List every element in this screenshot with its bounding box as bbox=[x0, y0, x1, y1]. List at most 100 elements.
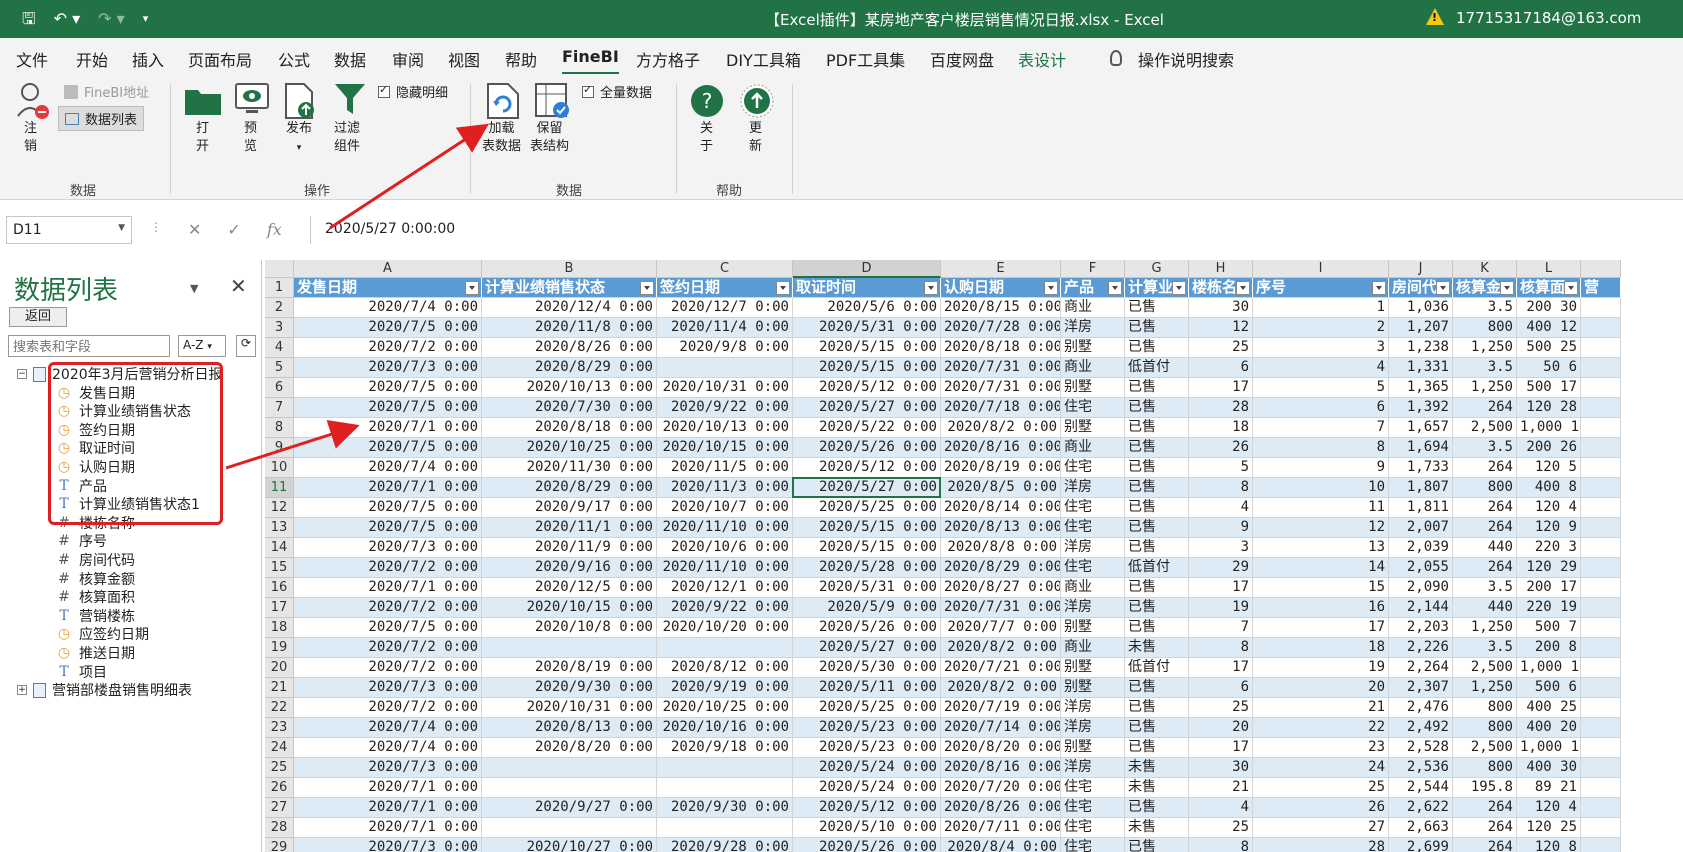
column-header[interactable]: B bbox=[482, 260, 657, 278]
table-cell[interactable]: 2020/7/3 0:00 bbox=[294, 838, 482, 852]
hide-detail-checkbox[interactable]: 隐藏明细 bbox=[378, 82, 448, 101]
table-cell[interactable] bbox=[1581, 678, 1621, 698]
table-cell[interactable]: 住宅 bbox=[1061, 458, 1125, 478]
table-cell[interactable]: 2020/5/31 0:00 bbox=[793, 318, 941, 338]
table-cell[interactable]: 200 26 bbox=[1517, 438, 1581, 458]
table-cell[interactable]: 2020/8/26 0:00 bbox=[482, 338, 657, 358]
table-cell[interactable]: 2020/5/23 0:00 bbox=[793, 718, 941, 738]
table-cell[interactable]: 1,207 bbox=[1389, 318, 1453, 338]
table-cell[interactable]: 120 5 bbox=[1517, 458, 1581, 478]
table-cell[interactable]: 已售 bbox=[1125, 498, 1189, 518]
table-cell[interactable] bbox=[1581, 798, 1621, 818]
table-cell[interactable]: 195.8 bbox=[1453, 778, 1517, 798]
table-cell[interactable] bbox=[1581, 418, 1621, 438]
table-cell[interactable]: 1,694 bbox=[1389, 438, 1453, 458]
table-header-cell[interactable]: 核算面 bbox=[1517, 278, 1581, 298]
publish-icon[interactable] bbox=[284, 82, 318, 124]
table-cell[interactable]: 洋房 bbox=[1061, 758, 1125, 778]
table-cell[interactable]: 2020/7/31 0:00 bbox=[941, 378, 1061, 398]
table-cell[interactable]: 2020/7/3 0:00 bbox=[294, 358, 482, 378]
table-cell[interactable]: 2020/7/2 0:00 bbox=[294, 658, 482, 678]
table-cell[interactable]: 2020/5/10 0:00 bbox=[793, 818, 941, 838]
table-cell[interactable]: 200 17 bbox=[1517, 578, 1581, 598]
table-cell[interactable]: 2020/5/26 0:00 bbox=[793, 438, 941, 458]
select-all-corner[interactable] bbox=[265, 260, 294, 278]
table-cell[interactable]: 3 bbox=[1253, 338, 1389, 358]
table-cell[interactable]: 264 bbox=[1453, 398, 1517, 418]
table-cell[interactable] bbox=[1581, 658, 1621, 678]
table-cell[interactable]: 已售 bbox=[1125, 518, 1189, 538]
tab-help[interactable]: 帮助 bbox=[505, 47, 537, 71]
filter-dropdown-icon[interactable] bbox=[776, 281, 790, 295]
table-cell[interactable]: 2020/9/27 0:00 bbox=[482, 798, 657, 818]
table-cell[interactable]: 2020/12/1 0:00 bbox=[657, 578, 793, 598]
table-cell[interactable] bbox=[1581, 698, 1621, 718]
table-cell[interactable]: 2020/7/5 0:00 bbox=[294, 498, 482, 518]
table-cell[interactable]: 2020/8/29 0:00 bbox=[941, 558, 1061, 578]
table-cell[interactable]: 1 bbox=[1253, 298, 1389, 318]
table-cell[interactable]: 2,500 bbox=[1453, 738, 1517, 758]
table-cell[interactable]: 别墅 bbox=[1061, 338, 1125, 358]
table-header-cell[interactable]: 认购日期 bbox=[941, 278, 1061, 298]
table-cell[interactable]: 8 bbox=[1189, 838, 1253, 852]
table-cell[interactable] bbox=[482, 778, 657, 798]
checkbox-checked[interactable] bbox=[582, 83, 594, 98]
table-cell[interactable]: 商业 bbox=[1061, 438, 1125, 458]
table-cell[interactable]: 800 bbox=[1453, 758, 1517, 778]
table-cell[interactable]: 2020/5/11 0:00 bbox=[793, 678, 941, 698]
filter-dropdown-icon[interactable] bbox=[1108, 281, 1122, 295]
column-header[interactable]: A bbox=[294, 260, 482, 278]
table-cell[interactable]: 18 bbox=[1253, 638, 1389, 658]
filter-dropdown-icon[interactable] bbox=[640, 281, 654, 295]
tree-field-item[interactable]: # 核算金额 bbox=[55, 569, 135, 589]
table-cell[interactable]: 洋房 bbox=[1061, 318, 1125, 338]
update-button[interactable]: 更 新 bbox=[749, 120, 762, 156]
table-cell[interactable]: 24 bbox=[1253, 758, 1389, 778]
row-header[interactable]: 4 bbox=[265, 338, 294, 358]
table-cell[interactable]: 2020/5/25 0:00 bbox=[793, 698, 941, 718]
row-header[interactable]: 17 bbox=[265, 598, 294, 618]
table-cell[interactable] bbox=[1581, 398, 1621, 418]
preview-button[interactable]: 预 览 bbox=[244, 120, 257, 156]
table-cell[interactable]: 2 bbox=[1253, 318, 1389, 338]
table-cell[interactable]: 已售 bbox=[1125, 298, 1189, 318]
table-cell[interactable]: 264 bbox=[1453, 818, 1517, 838]
table-cell[interactable]: 2020/7/5 0:00 bbox=[294, 378, 482, 398]
table-cell[interactable]: 住宅 bbox=[1061, 518, 1125, 538]
row-header[interactable]: 7 bbox=[265, 398, 294, 418]
table-cell[interactable]: 2020/5/24 0:00 bbox=[793, 758, 941, 778]
table-cell[interactable] bbox=[1581, 638, 1621, 658]
table-cell[interactable]: 2020/10/8 0:00 bbox=[482, 618, 657, 638]
table-cell[interactable]: 2,090 bbox=[1389, 578, 1453, 598]
table-cell[interactable]: 2020/8/14 0:00 bbox=[941, 498, 1061, 518]
row-header[interactable]: 24 bbox=[265, 738, 294, 758]
table-cell[interactable]: 2,476 bbox=[1389, 698, 1453, 718]
table-cell[interactable] bbox=[1581, 358, 1621, 378]
table-cell[interactable] bbox=[1581, 318, 1621, 338]
table-cell[interactable]: 2020/7/2 0:00 bbox=[294, 638, 482, 658]
table-header-cell[interactable]: 计算业 bbox=[1125, 278, 1189, 298]
sort-button[interactable]: A-Z ▾ bbox=[178, 335, 226, 357]
table-cell[interactable]: 264 bbox=[1453, 498, 1517, 518]
tree-table-node[interactable]: + 营销部楼盘销售明细表 bbox=[17, 680, 192, 700]
table-cell[interactable]: 商业 bbox=[1061, 638, 1125, 658]
table-cell[interactable]: 商业 bbox=[1061, 298, 1125, 318]
table-cell[interactable]: 1,250 bbox=[1453, 618, 1517, 638]
table-cell[interactable]: 2020/7/3 0:00 bbox=[294, 538, 482, 558]
table-cell[interactable]: 2020/9/19 0:00 bbox=[657, 678, 793, 698]
table-cell[interactable]: 2020/9/8 0:00 bbox=[657, 338, 793, 358]
redo-icon[interactable]: ↷ ▾ bbox=[98, 10, 125, 28]
table-cell[interactable]: 2020/7/1 0:00 bbox=[294, 818, 482, 838]
table-cell[interactable]: 2020/7/2 0:00 bbox=[294, 338, 482, 358]
table-cell[interactable]: 2,663 bbox=[1389, 818, 1453, 838]
table-cell[interactable] bbox=[657, 358, 793, 378]
table-cell[interactable]: 2020/7/2 0:00 bbox=[294, 598, 482, 618]
table-cell[interactable]: 已售 bbox=[1125, 838, 1189, 852]
table-cell[interactable]: 未售 bbox=[1125, 638, 1189, 658]
table-cell[interactable]: 264 bbox=[1453, 558, 1517, 578]
table-cell[interactable]: 低首付 bbox=[1125, 358, 1189, 378]
table-cell[interactable]: 2020/8/16 0:00 bbox=[941, 438, 1061, 458]
table-cell[interactable]: 28 bbox=[1253, 838, 1389, 852]
table-cell[interactable]: 25 bbox=[1189, 698, 1253, 718]
table-cell[interactable]: 3.5 bbox=[1453, 578, 1517, 598]
